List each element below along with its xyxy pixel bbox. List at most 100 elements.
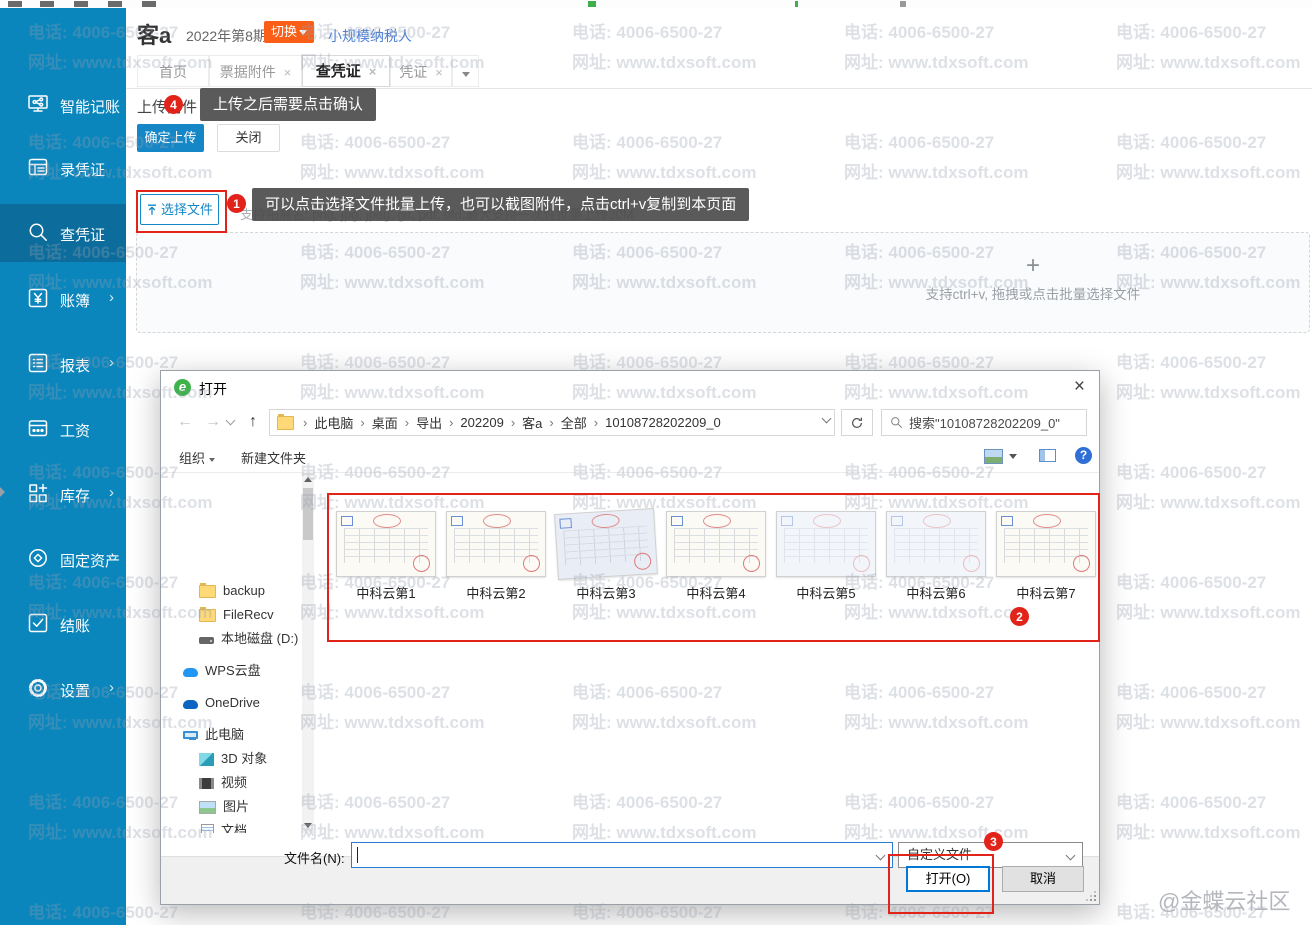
history-chevron-icon[interactable] xyxy=(226,416,236,426)
breadcrumb-separator[interactable] xyxy=(446,415,456,430)
tree-item-label: OneDrive xyxy=(205,691,260,715)
tree-item[interactable]: 本地磁盘 (D:) xyxy=(161,627,301,651)
file-thumbnail[interactable]: 中科云第7 xyxy=(991,511,1101,602)
fixed-asset-icon xyxy=(26,546,50,570)
tree-item-label: 3D 对象 xyxy=(221,747,267,771)
tree-item[interactable]: 3D 对象 xyxy=(161,747,301,771)
chevron-right-icon: › xyxy=(109,289,114,306)
preview-pane-icon[interactable] xyxy=(1039,449,1056,462)
thumbnail-view-icon[interactable] xyxy=(984,449,1003,464)
sidebar-item-report[interactable]: 报表 › xyxy=(0,335,126,393)
dropzone-hint-text: 支持ctrl+v, 拖拽或点击批量选择文件 xyxy=(913,283,1153,303)
file-thumbnail[interactable]: 中科云第2 xyxy=(441,511,551,602)
breadcrumb-segment[interactable]: 此电脑 xyxy=(310,413,357,432)
inventory-icon xyxy=(26,481,50,505)
tree-item[interactable]: 视频 xyxy=(161,771,301,795)
folder-icon xyxy=(277,416,294,430)
dialog-titlebar[interactable]: 打开 xyxy=(161,371,1099,403)
tree-scrollbar[interactable] xyxy=(302,472,314,833)
invoice-preview-image xyxy=(776,511,876,577)
close-icon[interactable] xyxy=(369,56,377,88)
back-arrow-icon[interactable] xyxy=(177,413,193,431)
scroll-up-icon[interactable] xyxy=(304,477,312,482)
sidebar-item-label: 报表 xyxy=(60,355,90,376)
filetype-select[interactable]: 自定义文件 xyxy=(898,842,1083,868)
filename-dropdown-icon[interactable] xyxy=(876,851,886,861)
tree-item[interactable]: 图片 xyxy=(161,795,301,819)
breadcrumb-separator[interactable] xyxy=(508,415,518,430)
file-thumbnail[interactable]: 中科云第5 xyxy=(771,511,881,602)
chevron-right-icon: › xyxy=(109,354,114,371)
breadcrumb-segment[interactable]: 客a xyxy=(518,413,546,432)
refresh-button[interactable] xyxy=(841,409,873,436)
tree-item[interactable]: 文档 xyxy=(161,819,301,833)
breadcrumb[interactable]: 此电脑桌面导出 202209 客a 全部 10108728202209_0 xyxy=(269,409,835,436)
file-thumbnail[interactable]: 中科云第1 xyxy=(331,511,441,602)
sidebar-item-label: 库存 xyxy=(60,485,90,506)
forward-arrow-icon[interactable] xyxy=(205,413,221,431)
tree-item-label: 文档 xyxy=(221,819,247,833)
voucher-entry-icon xyxy=(26,155,50,179)
tab-home[interactable]: 首页 xyxy=(137,55,209,87)
tab-list-dropdown[interactable] xyxy=(452,55,479,87)
file-dropzone[interactable]: 支持ctrl+v, 拖拽或点击批量选择文件 xyxy=(136,232,1310,333)
chevron-right-icon: › xyxy=(109,484,114,501)
file-thumbnail[interactable]: 中科云第4 xyxy=(661,511,771,602)
view-dropdown-icon[interactable] xyxy=(1009,454,1017,459)
tree-item[interactable]: OneDrive xyxy=(161,691,301,715)
sidebar-collapse-handle[interactable] xyxy=(0,487,5,497)
resize-grip[interactable] xyxy=(1094,899,1096,901)
closing-icon xyxy=(26,611,50,635)
breadcrumb-segment[interactable]: 10108728202209_0 xyxy=(601,415,725,430)
filename-input[interactable] xyxy=(351,842,893,868)
sidebar-item-inventory[interactable]: 库存 › xyxy=(0,465,126,523)
close-icon[interactable] xyxy=(284,57,292,89)
confirm-upload-button[interactable]: 确定上传 xyxy=(137,124,204,152)
sidebar-item-fixed-asset[interactable]: 固定资产 xyxy=(0,530,126,588)
sidebar-item-closing[interactable]: 结账 xyxy=(0,595,126,653)
search-input[interactable]: 搜索"10108728202209_0" xyxy=(881,409,1087,436)
sidebar-item-salary[interactable]: 工资 xyxy=(0,400,126,458)
chevron-down-icon xyxy=(299,30,307,35)
close-panel-button[interactable]: 关闭 xyxy=(217,124,280,152)
sidebar-item-settings[interactable]: 设置› xyxy=(0,660,126,718)
tab-invoice-attachments[interactable]: 票据附件 xyxy=(209,55,302,87)
tree-item[interactable]: 此电脑 xyxy=(161,723,301,747)
breadcrumb-separator[interactable] xyxy=(546,415,556,430)
scrollbar-thumb[interactable] xyxy=(303,488,313,540)
breadcrumb-separator[interactable] xyxy=(357,415,367,430)
close-icon[interactable] xyxy=(1074,376,1085,398)
tree-item[interactable]: backup xyxy=(161,579,301,603)
scroll-down-icon[interactable] xyxy=(304,823,312,828)
file-name-label: 中科云第4 xyxy=(661,583,771,602)
up-arrow-icon[interactable] xyxy=(249,413,257,431)
sidebar-item-smart-accounting[interactable]: 智能记账 xyxy=(0,76,126,134)
breadcrumb-segment[interactable]: 导出 xyxy=(412,413,446,432)
help-icon[interactable] xyxy=(1075,447,1092,464)
open-button[interactable]: 打开(O) xyxy=(906,866,990,892)
breadcrumb-separator[interactable] xyxy=(402,415,412,430)
file-thumbnail[interactable]: 中科云第3 xyxy=(551,511,661,602)
new-folder-button[interactable]: 新建文件夹 xyxy=(241,448,306,467)
breadcrumb-segment[interactable]: 桌面 xyxy=(368,413,402,432)
cancel-button[interactable]: 取消 xyxy=(1002,866,1084,892)
dialog-title: 打开 xyxy=(199,379,227,399)
breadcrumb-segment[interactable]: 202209 xyxy=(456,415,507,430)
tab-voucher[interactable]: 凭证 xyxy=(390,55,452,87)
sidebar-item-label: 智能记账 xyxy=(60,96,120,117)
sidebar-item-ledger[interactable]: 账簿› xyxy=(0,270,126,328)
wps-cloud-icon xyxy=(183,668,198,677)
breadcrumb-segment[interactable]: 全部 xyxy=(557,413,591,432)
tab-voucher-query[interactable]: 查凭证 xyxy=(302,55,390,87)
organize-menu[interactable]: 组织 xyxy=(179,448,215,467)
choose-file-button[interactable]: 选择文件 xyxy=(140,194,219,225)
file-thumbnail[interactable]: 中科云第6 xyxy=(881,511,991,602)
tree-item[interactable]: WPS云盘 xyxy=(161,659,301,683)
sidebar-item-voucher-entry[interactable]: 录凭证 xyxy=(0,139,126,197)
breadcrumb-separator[interactable] xyxy=(591,415,601,430)
close-icon[interactable] xyxy=(435,57,443,89)
sidebar-item-voucher-search[interactable]: 查凭证 xyxy=(0,204,126,262)
invoice-preview-image xyxy=(996,511,1096,577)
tree-item[interactable]: FileRecv xyxy=(161,603,301,627)
switch-account-button[interactable]: 切换 xyxy=(264,21,314,43)
